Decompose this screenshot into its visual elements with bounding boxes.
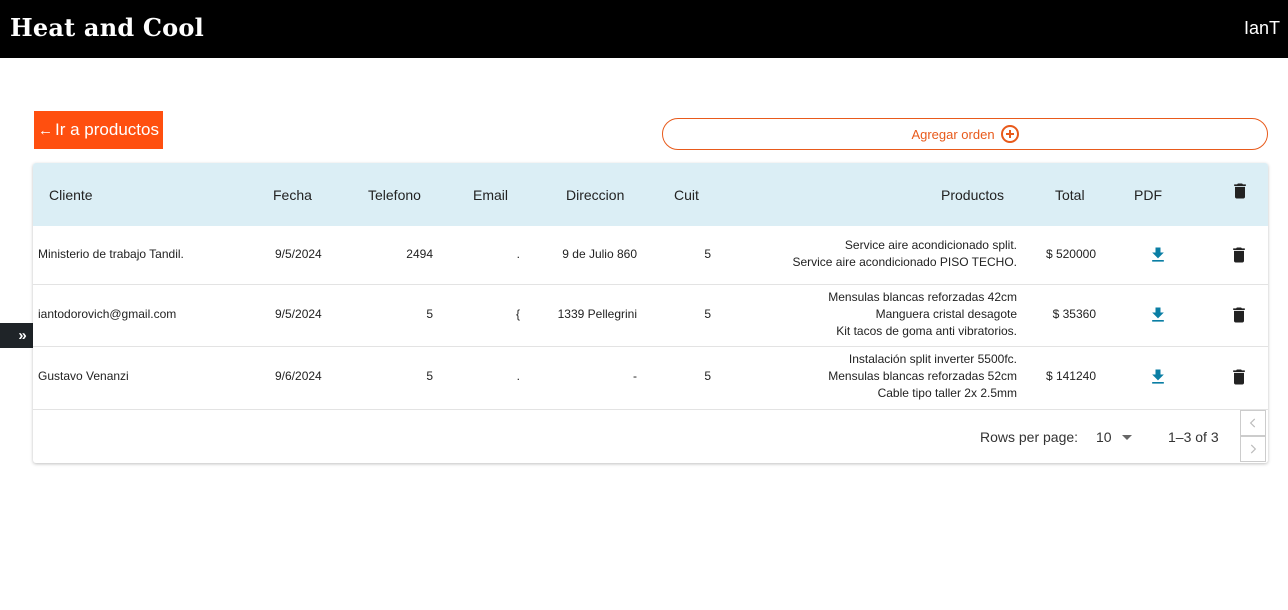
cell-total: $ 141240	[1045, 369, 1096, 383]
plus-circle-icon	[1000, 125, 1019, 143]
cell-email: {	[515, 307, 520, 321]
cell-productos: Mensulas blancas reforzadas 42cm Manguer…	[733, 289, 1017, 340]
delete-all-trash-icon[interactable]	[1230, 181, 1250, 201]
table-header: Cliente Fecha Telefono Email Direccion C…	[33, 163, 1268, 226]
add-order-button[interactable]: Agregar orden	[662, 118, 1268, 150]
product-line: Service aire acondicionado PISO TECHO.	[792, 255, 1017, 269]
download-icon[interactable]	[1148, 305, 1168, 325]
next-page-button[interactable]	[1240, 436, 1266, 462]
arrow-left-icon: ←	[38, 121, 54, 139]
column-header-email: Email	[473, 187, 509, 203]
product-line: Manguera cristal desagote	[875, 307, 1017, 321]
table-row: Ministerio de trabajo Tandil. 9/5/2024 2…	[33, 226, 1268, 285]
trash-icon[interactable]	[1229, 367, 1249, 387]
cell-cuit: 5	[704, 307, 711, 321]
cell-total: $ 520000	[1045, 247, 1096, 261]
cell-telefono: 5	[426, 369, 433, 383]
download-icon[interactable]	[1148, 245, 1168, 265]
product-line: Mensulas blancas reforzadas 42cm	[828, 290, 1017, 304]
product-line: Kit tacos de goma anti vibratorios.	[836, 324, 1017, 338]
chevron-left-icon	[1249, 418, 1256, 428]
cell-cuit: 5	[704, 247, 711, 261]
trash-icon[interactable]	[1229, 245, 1249, 265]
cell-fecha: 9/6/2024	[275, 369, 322, 383]
rows-per-page-label: Rows per page:	[980, 429, 1079, 445]
pagination-range: 1–3 of 3	[1168, 429, 1219, 445]
cell-telefono: 2494	[406, 247, 433, 261]
orders-table: Cliente Fecha Telefono Email Direccion C…	[33, 163, 1268, 463]
previous-page-button[interactable]	[1240, 410, 1266, 436]
double-chevron-right-icon: »	[18, 327, 27, 344]
column-header-pdf: PDF	[1134, 187, 1162, 203]
caret-down-icon	[1121, 434, 1132, 440]
cell-cliente: Ministerio de trabajo Tandil.	[38, 247, 184, 261]
go-to-products-button[interactable]: ← Ir a productos	[34, 111, 163, 149]
cell-total: $ 35360	[1052, 307, 1096, 321]
column-header-telefono: Telefono	[368, 187, 421, 203]
chevron-right-icon	[1250, 444, 1257, 454]
cell-fecha: 9/5/2024	[275, 247, 322, 261]
cell-email: .	[516, 369, 520, 383]
rows-per-page-value: 10	[1096, 429, 1112, 445]
user-name[interactable]: IanT	[1244, 18, 1280, 39]
cell-telefono: 5	[426, 307, 433, 321]
cell-fecha: 9/5/2024	[275, 307, 322, 321]
add-order-label: Agregar orden	[911, 126, 995, 142]
cell-email: .	[516, 247, 520, 261]
product-line: Service aire acondicionado split.	[844, 238, 1017, 252]
column-header-direccion: Direccion	[566, 187, 625, 203]
product-line: Mensulas blancas reforzadas 52cm	[828, 369, 1017, 383]
cell-cuit: 5	[704, 369, 711, 383]
column-header-total: Total	[1055, 187, 1085, 203]
cell-cliente: Gustavo Venanzi	[38, 369, 129, 383]
column-header-fecha: Fecha	[273, 187, 312, 203]
product-line: Instalación split inverter 5500fc.	[848, 352, 1017, 366]
rows-per-page-select[interactable]: 10	[1096, 429, 1132, 445]
cell-direccion: 9 de Julio 860	[562, 247, 637, 261]
cell-productos: Instalación split inverter 5500fc. Mensu…	[733, 351, 1017, 402]
download-icon[interactable]	[1148, 367, 1168, 387]
cell-direccion: -	[633, 369, 637, 383]
table-pagination: Rows per page: 10 1–3 of 3	[33, 410, 1268, 463]
column-header-productos: Productos	[941, 187, 1005, 203]
cell-cliente: iantodorovich@gmail.com	[38, 307, 177, 321]
column-header-cliente: Cliente	[49, 187, 93, 203]
go-to-products-label: Ir a productos	[55, 120, 159, 139]
top-bar: Heat and Cool IanT	[0, 0, 1288, 58]
product-line: Cable tipo taller 2x 2.5mm	[877, 386, 1017, 400]
table-row: Gustavo Venanzi 9/6/2024 5 . - 5 Instala…	[33, 347, 1268, 410]
app-title: Heat and Cool	[10, 13, 204, 42]
cell-direccion: 1339 Pellegrini	[557, 307, 637, 321]
trash-icon[interactable]	[1229, 305, 1249, 325]
cell-productos: Service aire acondicionado split. Servic…	[733, 237, 1017, 271]
column-header-cuit: Cuit	[674, 187, 699, 203]
table-row: iantodorovich@gmail.com 9/5/2024 5 { 133…	[33, 285, 1268, 347]
